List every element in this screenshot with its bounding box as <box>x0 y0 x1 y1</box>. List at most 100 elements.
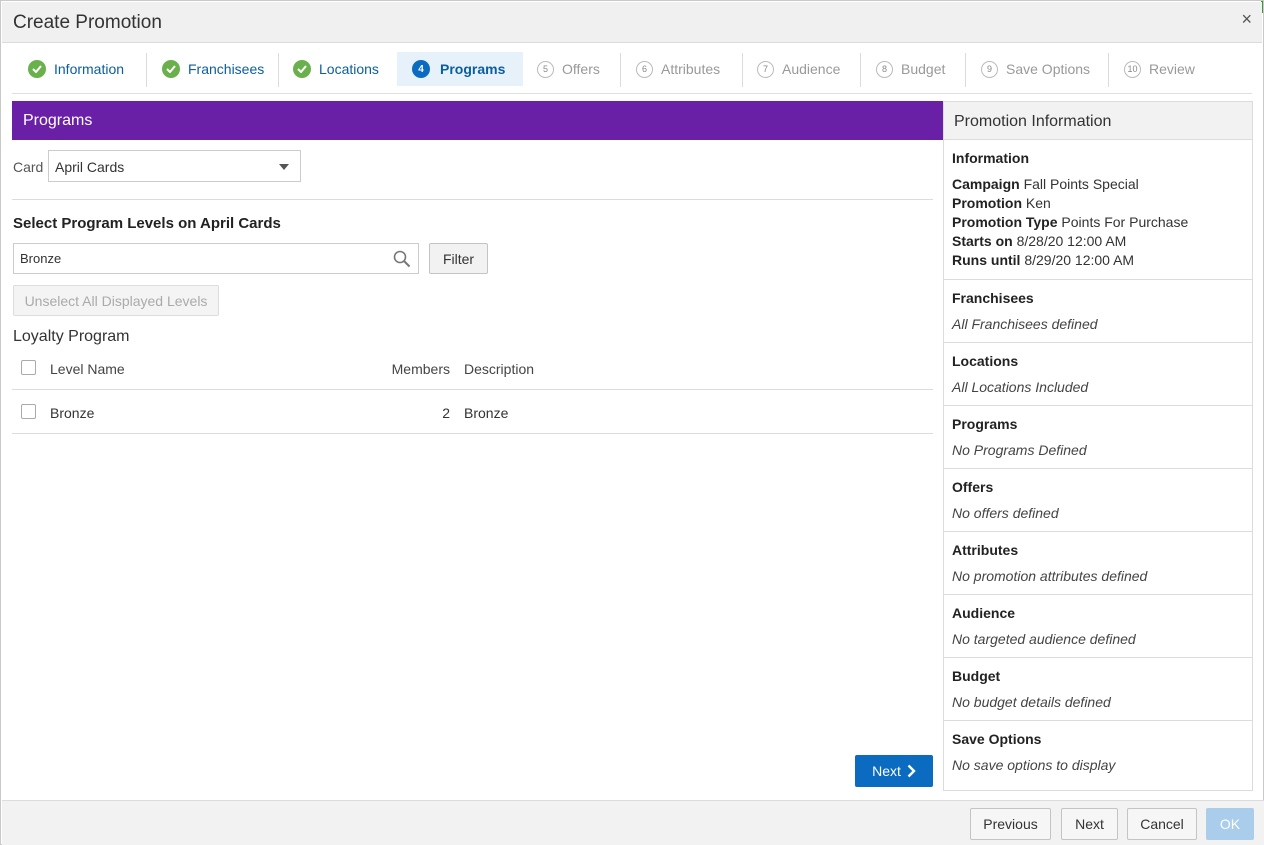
step-label: Information <box>54 61 125 77</box>
step-divider <box>278 53 279 87</box>
close-icon[interactable]: × <box>1241 9 1252 29</box>
promotion-line: Promotion Ken <box>952 195 1051 211</box>
info-section-text: No targeted audience defined <box>952 631 1136 647</box>
table-row[interactable]: Bronze 2 Bronze <box>12 390 933 434</box>
cancel-button[interactable]: Cancel <box>1127 808 1197 840</box>
step-label: Offers <box>562 61 600 77</box>
chevron-down-icon <box>279 164 289 170</box>
cell-level-name: Bronze <box>50 405 95 421</box>
info-section-text: No Programs Defined <box>952 442 1087 458</box>
step-number: 4 <box>412 60 430 78</box>
levels-table-header: Level Name Members Description <box>12 351 933 390</box>
step-audience[interactable]: 7 Audience <box>757 52 840 86</box>
step-label: Attributes <box>661 61 721 77</box>
col-members: Members <box>391 361 450 377</box>
step-label: Franchisees <box>188 61 265 77</box>
step-number: 8 <box>876 60 893 78</box>
info-section-text: No save options to display <box>952 757 1116 773</box>
info-section-information: Information Campaign Fall Points Special… <box>944 140 1252 280</box>
step-label: Budget <box>901 61 946 77</box>
info-section-title: Audience <box>952 605 1016 621</box>
dialog-footer: Previous Next Cancel OK <box>2 800 1264 845</box>
footer-next-button[interactable]: Next <box>1061 808 1118 840</box>
step-attributes[interactable]: 6 Attributes <box>636 52 720 86</box>
info-section-title: Franchisees <box>952 290 1034 306</box>
info-section-franchisees: Franchisees All Franchisees defined <box>944 280 1252 343</box>
step-save-options[interactable]: 9 Save Options <box>981 52 1090 86</box>
info-section-title: Programs <box>952 416 1018 432</box>
info-section-locations: Locations All Locations Included <box>944 343 1252 406</box>
select-all-checkbox[interactable] <box>21 360 36 375</box>
info-section-title: Budget <box>952 668 1001 684</box>
filter-button[interactable]: Filter <box>429 243 488 274</box>
step-divider <box>146 53 147 87</box>
card-select[interactable]: April Cards <box>48 150 301 182</box>
program-name: Loyalty Program <box>13 328 130 345</box>
step-label: Audience <box>782 61 841 77</box>
step-number: 10 <box>1124 60 1141 78</box>
check-icon <box>28 60 46 78</box>
level-search-input[interactable] <box>13 243 419 274</box>
next-button[interactable]: Next <box>855 755 933 787</box>
step-number: 5 <box>537 60 554 78</box>
divider <box>12 199 933 200</box>
previous-button[interactable]: Previous <box>970 808 1051 840</box>
section-title: Select Program Levels on April Cards <box>13 215 281 232</box>
step-budget[interactable]: 8 Budget <box>876 52 945 86</box>
step-number: 7 <box>757 60 774 78</box>
info-section-title: Offers <box>952 479 994 495</box>
ok-button[interactable]: OK <box>1206 808 1254 840</box>
info-section-save-options: Save Options No save options to display <box>944 721 1252 791</box>
unselect-all-button[interactable]: Unselect All Displayed Levels <box>13 285 219 316</box>
info-section-offers: Offers No offers defined <box>944 469 1252 532</box>
info-panel-header: Promotion Information <box>944 102 1252 140</box>
info-section-text: All Locations Included <box>952 379 1089 395</box>
info-section-attributes: Attributes No promotion attributes defin… <box>944 532 1252 595</box>
programs-panel-header: Programs <box>12 101 943 140</box>
col-level-name: Level Name <box>50 361 125 377</box>
dialog-titlebar: Create Promotion × <box>2 2 1262 43</box>
card-select-value: April Cards <box>55 159 125 175</box>
info-section-title: Attributes <box>952 542 1019 558</box>
info-section-text: All Franchisees defined <box>952 316 1098 332</box>
check-icon <box>293 60 311 78</box>
cell-description: Bronze <box>464 405 509 421</box>
step-locations[interactable]: Locations <box>293 52 379 86</box>
step-label: Review <box>1149 61 1195 77</box>
card-label: Card <box>13 159 44 175</box>
step-divider <box>860 53 861 87</box>
step-divider <box>965 53 966 87</box>
step-offers[interactable]: 5 Offers <box>537 52 600 86</box>
check-icon <box>162 60 180 78</box>
step-divider <box>742 53 743 87</box>
next-button-label: Next <box>872 763 901 779</box>
col-description: Description <box>464 361 535 377</box>
info-section-title: Locations <box>952 353 1019 369</box>
info-section-text: No promotion attributes defined <box>952 568 1148 584</box>
info-section-budget: Budget No budget details defined <box>944 658 1252 721</box>
runs-until-line: Runs until 8/29/20 12:00 AM <box>952 252 1135 268</box>
step-number: 9 <box>981 60 998 78</box>
cell-members: 2 <box>442 405 450 421</box>
info-section-title: Save Options <box>952 731 1042 747</box>
step-label: Locations <box>319 61 379 77</box>
step-franchisees[interactable]: Franchisees <box>162 52 264 86</box>
step-label: Programs <box>440 61 506 77</box>
promotion-type-line: Promotion Type Points For Purchase <box>952 214 1189 230</box>
step-review[interactable]: 10 Review <box>1124 52 1195 86</box>
dialog-title: Create Promotion <box>13 12 162 33</box>
step-programs[interactable]: 4 Programs <box>397 52 523 86</box>
starts-on-line: Starts on 8/28/20 12:00 AM <box>952 233 1127 249</box>
row-checkbox[interactable] <box>21 404 36 419</box>
info-section-title: Information <box>952 150 1029 166</box>
create-promotion-dialog: Create Promotion × Information Franchise… <box>0 0 1264 845</box>
step-divider <box>1108 53 1109 87</box>
search-icon[interactable] <box>393 250 411 268</box>
step-information[interactable]: Information <box>28 52 124 86</box>
info-section-audience: Audience No targeted audience defined <box>944 595 1252 658</box>
info-section-programs: Programs No Programs Defined <box>944 406 1252 469</box>
campaign-line: Campaign Fall Points Special <box>952 176 1139 192</box>
step-divider <box>620 53 621 87</box>
info-section-text: No offers defined <box>952 505 1059 521</box>
step-number: 6 <box>636 60 653 78</box>
